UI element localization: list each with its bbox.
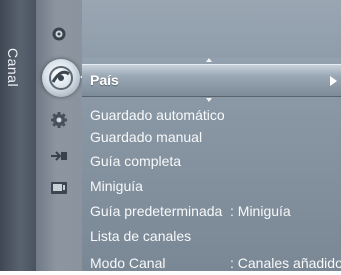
menu-item-label: País (90, 72, 119, 88)
application-icon[interactable] (49, 178, 69, 198)
input-icon[interactable] (49, 146, 69, 166)
scroll-up-icon[interactable] (206, 58, 212, 62)
menu-item-lista-de-canales[interactable]: Lista de canales (90, 228, 341, 248)
menu-item-label: Guardado manual (90, 129, 203, 145)
menu-item-label: Miniguía (90, 178, 143, 194)
menu-item-label: Guía predeterminada (90, 203, 223, 219)
menu-item-guardado-automatico[interactable]: Guardado automático (90, 107, 341, 127)
category-sidebar: Canal (0, 0, 37, 271)
channel-icon[interactable] (42, 59, 80, 97)
category-label: Canal (5, 48, 21, 88)
menu-item-pais[interactable]: País (82, 64, 341, 97)
menu-header-band (82, 0, 341, 58)
menu-item-guardado-manual[interactable]: Guardado manual (90, 129, 341, 149)
menu-item-value: : Miniguía (230, 203, 291, 219)
submenu-arrow-icon (330, 76, 337, 86)
scroll-down-icon[interactable] (206, 98, 212, 102)
setup-icon[interactable] (49, 110, 69, 130)
menu-item-guia-predeterminada[interactable]: Guía predeterminada : Miniguía (90, 203, 341, 223)
menu-item-label: Lista de canales (90, 228, 192, 244)
menu-item-modo-canal[interactable]: Modo Canal : Canales añadidos (90, 255, 341, 275)
menu-item-guia-completa[interactable]: Guía completa (90, 153, 341, 173)
menu-item-label: Guía completa (90, 153, 182, 169)
menu-icon-column (36, 0, 82, 271)
picture-icon[interactable] (49, 24, 69, 44)
menu-item-label: Guardado automático (90, 107, 225, 123)
menu-item-label: Modo Canal (90, 255, 166, 271)
menu-item-miniguia[interactable]: Miniguía (90, 178, 341, 198)
menu-item-value: : Canales añadidos (230, 255, 341, 271)
channel-menu-panel: País Guardado automático Guardado manual… (82, 0, 341, 271)
